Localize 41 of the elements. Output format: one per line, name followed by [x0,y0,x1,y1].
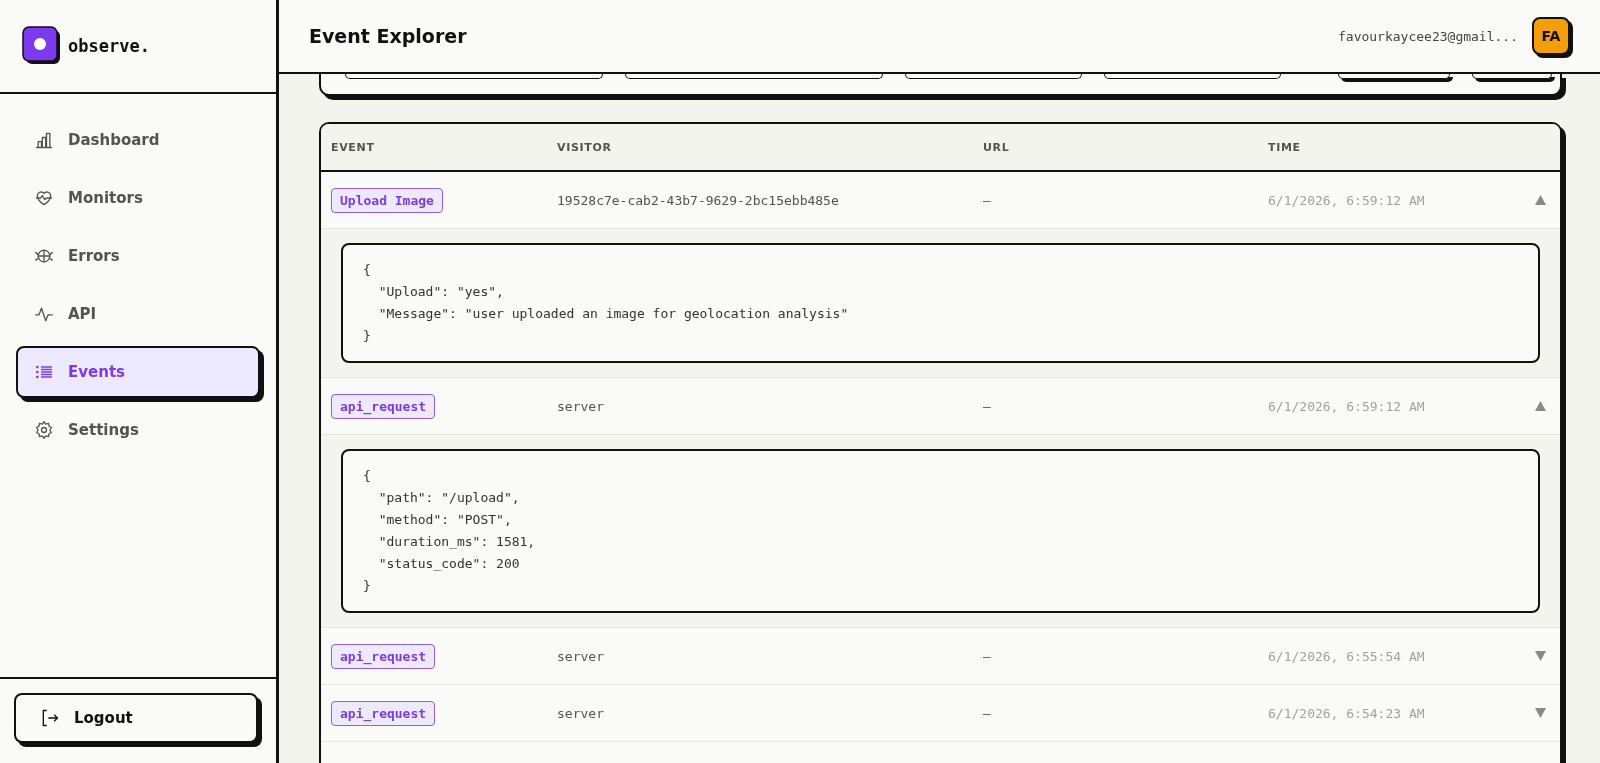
time-cell-text: 6/1/2026, 6:59:12 AM [1267,398,1426,414]
event-tag: api_request [331,700,436,726]
column-header: EVENT [330,140,376,154]
event-tag: api_request [331,643,436,669]
caret-down-icon[interactable] [1534,708,1546,718]
json-payload: { "Upload": "yes", "Message": "user uploaded an image for geolocation analysis" } [341,243,1540,363]
url-cell-text: — [982,648,992,664]
event-tag: api_request [331,393,436,419]
url-cell-text: — [982,398,992,414]
time-cell-text: 6/1/2026, 6:59:12 AM [1267,192,1426,208]
caret-down-icon[interactable] [1534,651,1546,661]
json-payload: { "path": "/upload", "method": "POST", "duration_ms": 1581, "status_code": 200 } [341,449,1540,613]
visitor-cell-text: server [556,705,605,721]
event-tag: Upload Image [331,187,443,213]
visitor-cell-text: server [556,648,605,664]
url-cell-text: — [982,705,992,721]
logo-text: observe. [68,36,150,56]
logout-icon [40,708,60,728]
user-email: favourkaycee23@gmail... [1338,28,1518,44]
visitor-cell-text: server [556,398,605,414]
time-cell-text: 6/1/2026, 6:54:23 AM [1267,705,1426,721]
page-title: Event Explorer [309,25,467,47]
nav-item[interactable]: Settings [16,404,260,456]
settings-icon [34,420,54,440]
caret-up-icon[interactable] [1534,195,1546,205]
nav-item[interactable]: API [16,288,260,340]
column-header: VISITOR [556,140,613,154]
nav-item[interactable]: Monitors [16,172,260,224]
nav-item[interactable]: Errors [16,230,260,282]
caret-up-icon[interactable] [1534,401,1546,411]
url-cell-text: — [982,192,992,208]
activity-icon [34,304,54,324]
user-avatar[interactable]: FA [1532,17,1570,55]
time-cell-text: 6/1/2026, 6:55:54 AM [1267,648,1426,664]
heart-pulse-icon [34,188,54,208]
column-header: TIME [1267,140,1302,154]
column-header: URL [982,140,1011,154]
logo-icon [22,26,62,66]
bar-chart-icon [34,130,54,150]
nav-item[interactable]: Dashboard [16,114,260,166]
visitor-cell-text: 19528c7e-cab2-43b7-9629-2bc15ebb485e [556,192,840,208]
